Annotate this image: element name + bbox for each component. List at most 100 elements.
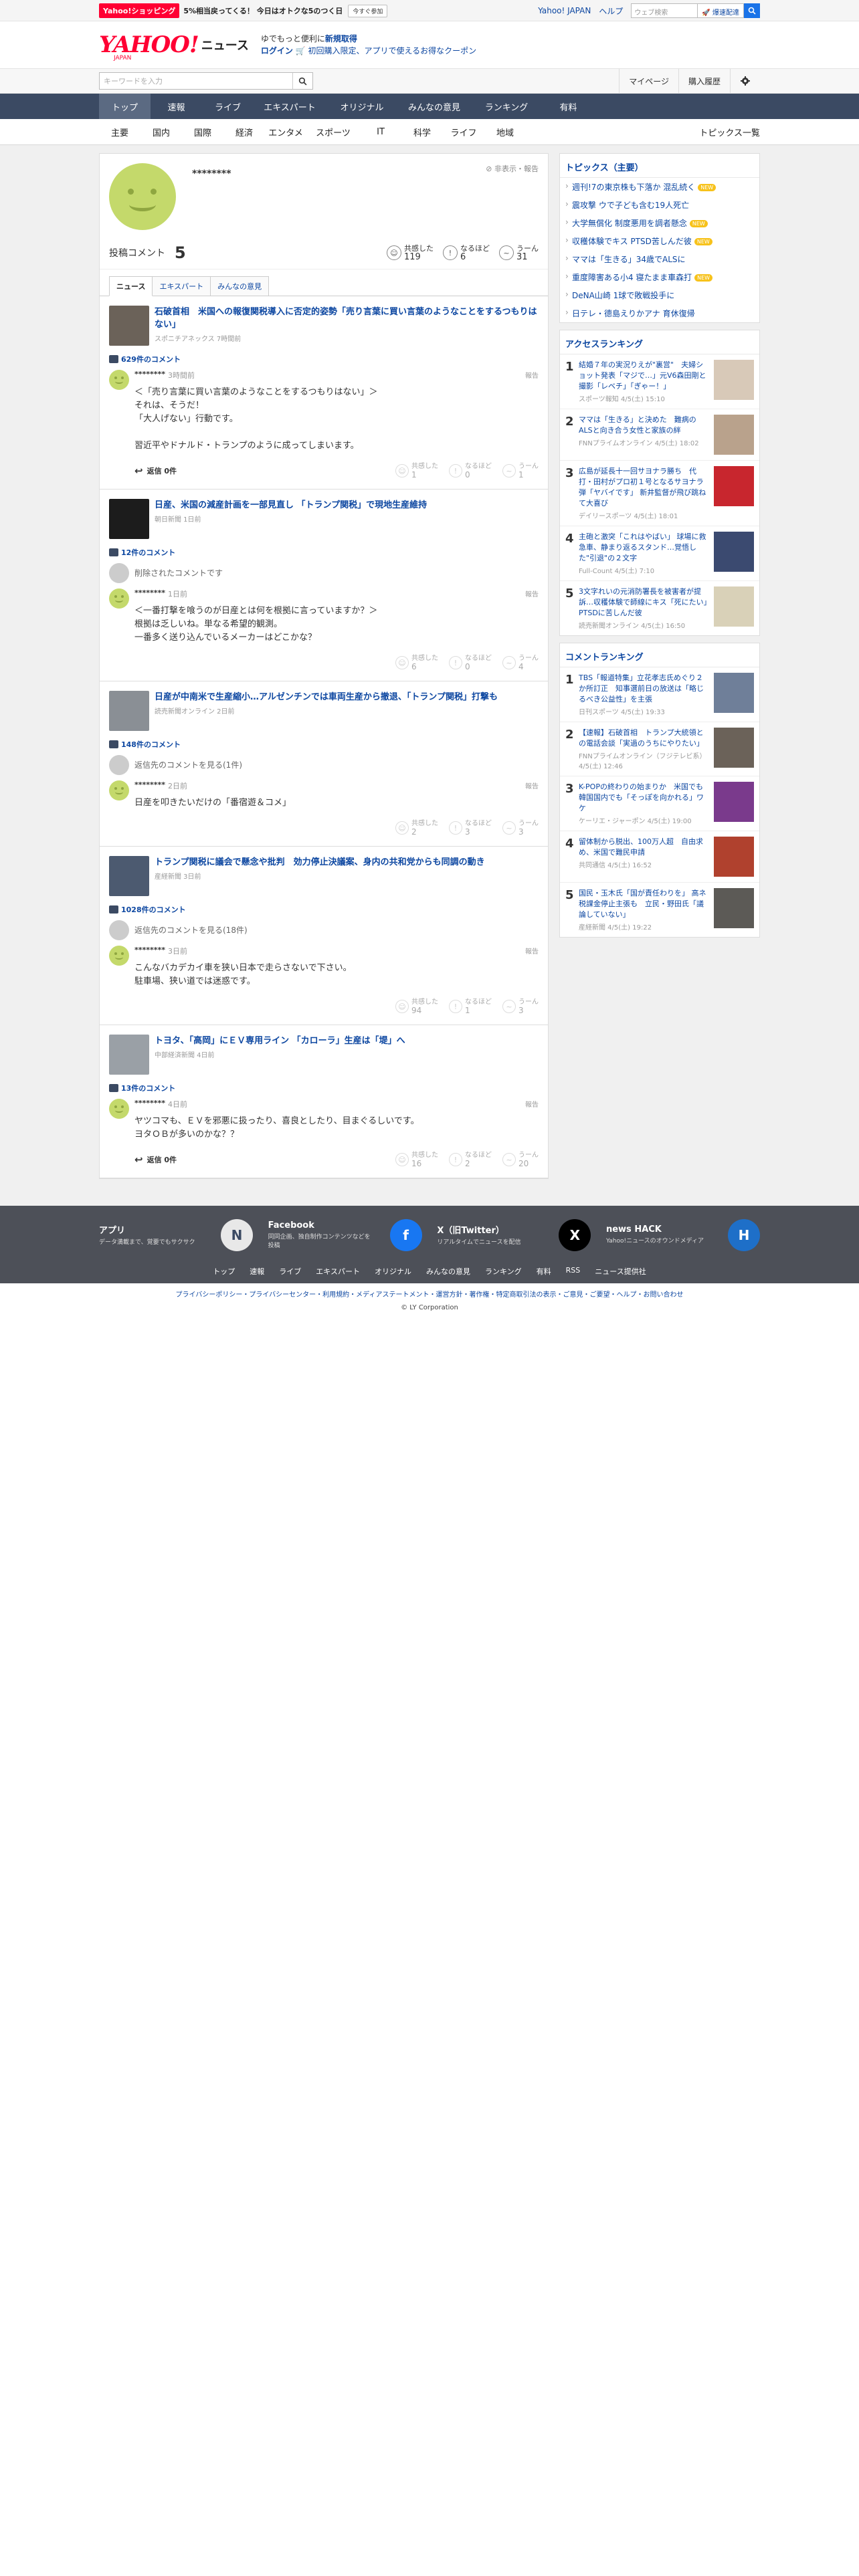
access-rank-item[interactable]: 2 ママは「生きる」と決めた 難病のALSと向き合う女性と家族の絆 FNNプライムオ… bbox=[560, 409, 759, 460]
topic-item[interactable]: 震攻撃 ウで子ども含む19人死亡 bbox=[560, 196, 759, 214]
web-search-input[interactable]: ウェブ検索 bbox=[631, 3, 698, 18]
rank-thumbnail[interactable] bbox=[714, 532, 754, 572]
comment-rank-item[interactable]: 2 【速報】石破首相 トランプ大統領との電話会談「実過のうちにやりたい」 FNNプラ… bbox=[560, 722, 759, 776]
gnav-original[interactable]: オリジナル bbox=[326, 94, 398, 119]
article-thumbnail[interactable] bbox=[109, 1035, 149, 1075]
vote-button[interactable]: ☺ 共感した 6 bbox=[395, 654, 438, 671]
rank-thumbnail[interactable] bbox=[714, 888, 754, 928]
cnav-world[interactable]: 国際 bbox=[182, 126, 223, 138]
report-link[interactable]: 報告 bbox=[525, 370, 539, 381]
vote-button[interactable]: ! なるほど 0 bbox=[449, 462, 492, 479]
rank-title[interactable]: 主砲と激突「これはやばい」 球場に救急車、静まり返るスタンド…覚悟した"引退"の… bbox=[579, 532, 710, 564]
cnav-it[interactable]: IT bbox=[360, 127, 401, 137]
footer-link[interactable]: トップ bbox=[213, 1266, 235, 1277]
footer-link[interactable]: ランキング bbox=[485, 1266, 522, 1277]
comment-count-link[interactable]: 629件のコメント bbox=[109, 354, 539, 364]
search-icon[interactable] bbox=[744, 3, 760, 18]
reply-button[interactable]: ↩ 返信 0件 bbox=[134, 1154, 177, 1166]
report-link[interactable]: 報告 bbox=[525, 1099, 539, 1109]
article-link[interactable]: トランプ関税に議会で懸念や批判 効力停止決議案、身内の共和党からも同調の動き 産経… bbox=[109, 856, 539, 896]
report-link[interactable]: 報告 bbox=[525, 946, 539, 956]
topic-item[interactable]: 大学無償化 制度悪用を調者懸念NEW bbox=[560, 214, 759, 232]
article-link[interactable]: 石破首相 米国への報復関税導入に否定的姿勢「売り言葉に買い言葉のようなことをする… bbox=[109, 306, 539, 346]
signup-link[interactable]: 新規取得 bbox=[325, 34, 357, 43]
topic-item[interactable]: 日テレ・德島えりかアナ 育休復帰 bbox=[560, 304, 759, 322]
yahoo-japan-link[interactable]: Yahoo! JAPAN bbox=[538, 6, 591, 15]
cnav-topics-list[interactable]: トピックス一覧 bbox=[699, 126, 760, 138]
article-thumbnail[interactable] bbox=[109, 306, 149, 346]
topic-item[interactable]: 重度障害ある小4 寝たまま車森打NEW bbox=[560, 268, 759, 286]
hide-report-link[interactable]: ⊘ 非表示・報告 bbox=[486, 163, 539, 174]
rank-thumbnail[interactable] bbox=[714, 415, 754, 455]
rank-title[interactable]: 3文字れいの元消防署長を被害者が提訴…収穫体験で師線にキス「死にたい」PTSDに… bbox=[579, 586, 710, 619]
access-rank-item[interactable]: 4 主砲と激突「これはやばい」 球場に救急車、静まり返るスタンド…覚悟した"引退"… bbox=[560, 526, 759, 580]
report-link[interactable]: 報告 bbox=[525, 780, 539, 791]
promo-button[interactable]: 今すぐ参加 bbox=[348, 4, 388, 17]
comment-rank-item[interactable]: 1 TBS「報道特集」立花孝志氏めぐり２か所訂正 知事選前日の放送は「略じるべき公… bbox=[560, 667, 759, 722]
tab-expert[interactable]: エキスパート bbox=[152, 276, 211, 296]
express-delivery-button[interactable]: 🚀 爆速配達 bbox=[698, 3, 744, 18]
vote-button[interactable]: ~ うーん 4 bbox=[502, 654, 539, 671]
article-title[interactable]: トランプ関税に議会で懸念や批判 効力停止決議案、身内の共和党からも同調の動き bbox=[155, 856, 485, 869]
article-title[interactable]: トヨタ、「高岡」にＥＶ専用ライン 「カローラ」生産は「堤」へ bbox=[155, 1035, 405, 1047]
vote-button[interactable]: ! なるほど 3 bbox=[449, 819, 492, 837]
comment-count-link[interactable]: 12件のコメント bbox=[109, 547, 539, 558]
coupon-link[interactable]: 🛒 初回購入限定、アプリで使えるお得なクーポン bbox=[296, 46, 476, 56]
gnav-live[interactable]: ライブ bbox=[202, 94, 254, 119]
vote-button[interactable]: ! なるほど 2 bbox=[449, 1151, 492, 1168]
article-title[interactable]: 日産が中南米で生産縮小…アルゼンチンでは車両生産から撤退、「トランプ関税」打撃も bbox=[155, 691, 498, 704]
rank-thumbnail[interactable] bbox=[714, 782, 754, 822]
promo-text[interactable]: 5%相当戻ってくる！ 今日はオトクな5のつく日 bbox=[183, 5, 343, 16]
gear-icon[interactable] bbox=[730, 69, 760, 93]
yahoo-logo[interactable]: YAHOO! bbox=[99, 31, 199, 58]
app-icon[interactable]: N bbox=[221, 1219, 253, 1251]
cnav-local[interactable]: 地域 bbox=[484, 126, 526, 138]
tab-opinions[interactable]: みんなの意見 bbox=[210, 276, 270, 296]
topic-item[interactable]: ママは「生きる」34歳でALSに bbox=[560, 250, 759, 268]
reply-parent-link[interactable]: 削除されたコメントです bbox=[134, 563, 223, 583]
vote-button[interactable]: ☺ 共感した 94 bbox=[395, 998, 438, 1015]
cnav-science[interactable]: 科学 bbox=[401, 126, 443, 138]
rank-thumbnail[interactable] bbox=[714, 466, 754, 506]
facebook-icon[interactable]: f bbox=[389, 1219, 422, 1251]
footer-link[interactable]: みんなの意見 bbox=[426, 1266, 470, 1277]
gnav-expert[interactable]: エキスパート bbox=[254, 94, 326, 119]
cnav-main[interactable]: 主要 bbox=[99, 126, 140, 138]
topic-item[interactable]: 週刊!7の東京株も下落か 混乱続くNEW bbox=[560, 178, 759, 196]
rank-title[interactable]: 国民・玉木氏「国が責任わりを」 高ネ税課金停止主張も 立民・野田氏「議論していな… bbox=[579, 888, 710, 920]
comment-rank-item[interactable]: 4 留体制から脱出、100万人超 自由求め、米国で難民申請 共同通信 4/5(土) … bbox=[560, 831, 759, 882]
article-title[interactable]: 日産、米国の減産計画を一部見直し 「トランプ関税」で現地生産維持 bbox=[155, 499, 427, 512]
comment-count-link[interactable]: 1028件のコメント bbox=[109, 904, 539, 915]
topic-item[interactable]: 収穫体験でキス PTSD苦しんだ彼NEW bbox=[560, 232, 759, 250]
footer-link[interactable]: RSS bbox=[566, 1266, 581, 1277]
rank-thumbnail[interactable] bbox=[714, 673, 754, 713]
footer-link[interactable]: 速報 bbox=[250, 1266, 264, 1277]
footer-column[interactable]: X（旧Twitter） リアルタイムでニュースを配信 X bbox=[437, 1219, 591, 1251]
purchase-history-link[interactable]: 購入履歴 bbox=[678, 69, 730, 93]
footer-column[interactable]: Facebook 同同企画、独自制作コンテンツなどを投稿 f bbox=[268, 1219, 422, 1251]
footer-link[interactable]: オリジナル bbox=[375, 1266, 411, 1277]
rank-title[interactable]: 結婚７年の実況りえが"裏営" 夫婦ショット発表「マジで…」元V6森田剛と撮影「レ… bbox=[579, 360, 710, 392]
tab-news[interactable]: ニュース bbox=[109, 276, 153, 296]
news-logo-label[interactable]: ニュース bbox=[201, 36, 249, 53]
access-rank-item[interactable]: 1 結婚７年の実況りえが"裏営" 夫婦ショット発表「マジで…」元V6森田剛と撮影「… bbox=[560, 354, 759, 409]
rank-title[interactable]: TBS「報道特集」立花孝志氏めぐり２か所訂正 知事選前日の放送は「略じるべき公益… bbox=[579, 673, 710, 705]
topic-item[interactable]: DeNA山崎 1球で敗戦投手に bbox=[560, 286, 759, 304]
vote-button[interactable]: ☺ 共感した 1 bbox=[395, 462, 438, 479]
gnav-breaking[interactable]: 速報 bbox=[151, 94, 202, 119]
article-thumbnail[interactable] bbox=[109, 499, 149, 539]
footer-link[interactable]: エキスパート bbox=[316, 1266, 360, 1277]
rank-title[interactable]: 【速報】石破首相 トランプ大統領との電話会談「実過のうちにやりたい」 bbox=[579, 728, 710, 749]
vote-button[interactable]: ~ うーん 3 bbox=[502, 998, 539, 1015]
rank-thumbnail[interactable] bbox=[714, 728, 754, 768]
keyword-search[interactable]: キーワードを入力 bbox=[99, 72, 313, 90]
reply-parent-link[interactable]: 返信先のコメントを見る(1件) bbox=[134, 755, 242, 775]
login-link[interactable]: ログイン bbox=[261, 46, 293, 56]
comment-rank-item[interactable]: 3 K-POPの終わりの始まりか 米国でも韓国国内でも「そっぽを向かれる」ワケ ケー… bbox=[560, 776, 759, 831]
gnav-ranking[interactable]: ランキング bbox=[470, 94, 543, 119]
rank-title[interactable]: K-POPの終わりの始まりか 米国でも韓国国内でも「そっぽを向かれる」ワケ bbox=[579, 782, 710, 814]
access-rank-item[interactable]: 3 広島が延長十一回サヨナラ勝ち 代打・田村がプロ初１号となるサヨナラ弾「ヤバイで… bbox=[560, 460, 759, 526]
gnav-paid[interactable]: 有料 bbox=[543, 94, 594, 119]
cnav-economy[interactable]: 経済 bbox=[223, 126, 265, 138]
gnav-opinions[interactable]: みんなの意見 bbox=[398, 94, 470, 119]
